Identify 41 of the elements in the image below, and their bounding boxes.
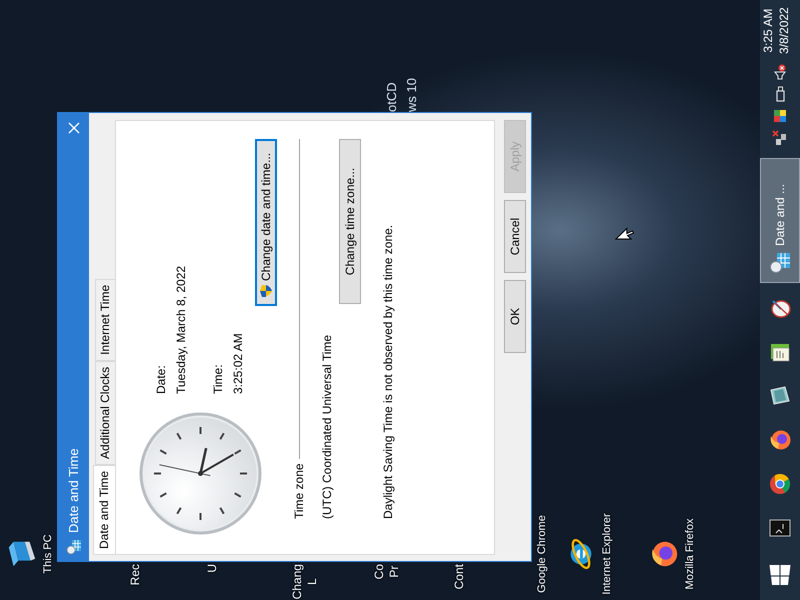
firefox-icon [768,428,792,452]
taskbar-window-button[interactable]: Date and ... [760,158,800,283]
chrome-icon [768,472,792,496]
desktop-icon-label[interactable]: Mozilla Firefox [683,518,698,590]
time-value: 3:25:02 AM [230,333,246,394]
desktop-icon-label[interactable]: Chang L [290,564,320,600]
clock-date[interactable]: 3/8/2022 [776,7,792,54]
desktop-icon-label[interactable]: Cont [452,564,467,590]
wallpaper-text: otCD [383,81,400,112]
time-zone-value: (UTC) Coordinated Universal Time [319,334,335,519]
window-title: Date and Time [66,447,81,533]
daylight-saving-note: Daylight Saving Time is not observed by this time zone. [380,224,396,519]
desktop-icon-label[interactable]: Co Pr [372,564,402,580]
mouse-pointer-icon [615,227,635,240]
date-label: Date: [153,365,169,394]
color-palette-icon [772,108,788,124]
desktop-icon-label[interactable]: U [205,564,220,573]
desktop-icon-label[interactable]: This PC [41,534,56,574]
calendar-clock-icon [769,252,791,274]
group-heading: Time zone [291,463,307,519]
change-date-time-button[interactable]: Change date and time... [255,139,277,306]
windows-logo-icon [768,563,792,587]
desktop-icon-label[interactable]: Internet Explorer [600,513,615,595]
calendar-clock-icon [66,539,82,555]
desktop-icon-label[interactable]: Google Chrome [535,515,550,593]
clock-time[interactable]: 3:25 AM [760,8,776,53]
dialog-button[interactable]: OK [504,280,526,353]
tab[interactable]: Date and Time [93,464,115,555]
tab[interactable]: Internet Time [95,278,115,361]
tab[interactable]: Additional Clocks [95,360,115,465]
time-label: Time: [210,364,226,394]
task-label: Date and ... [773,184,787,246]
speaker-muted-icon [772,64,788,80]
date-value: Tuesday, March 8, 2022 [173,266,189,394]
close-icon [68,122,80,134]
wallpaper-text: ws 10 [403,78,420,112]
desktop-icon-label[interactable]: Rec [128,564,143,586]
shield-icon [259,284,273,298]
network-error-icon [772,130,788,146]
change-time-zone-button[interactable]: Change time zone... [339,139,361,304]
dialog-button[interactable]: Cancel [504,200,526,273]
